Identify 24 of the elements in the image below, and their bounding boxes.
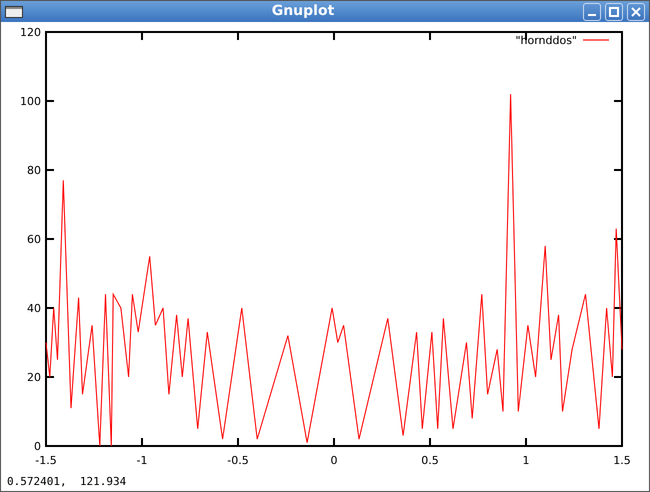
close-icon (631, 6, 641, 16)
x-tick-label: -1 (136, 454, 148, 467)
y-tick-label: 120 (20, 26, 41, 39)
y-tick-label: 80 (27, 164, 41, 177)
y-tick-label: 60 (27, 233, 41, 246)
x-tick-label: 0.5 (421, 454, 439, 467)
x-tick-label: 1.5 (613, 454, 631, 467)
y-tick-label: 20 (27, 371, 41, 384)
window-icon[interactable] (5, 6, 23, 18)
x-tick-label: -1.5 (35, 454, 57, 467)
y-tick-label: 100 (20, 95, 41, 108)
minimize-button[interactable] (583, 2, 601, 20)
maximize-icon (609, 6, 619, 16)
close-button[interactable] (627, 2, 645, 20)
y-tick-label: 0 (34, 440, 41, 453)
maximize-button[interactable] (605, 2, 623, 20)
x-tick-label: 0 (330, 454, 338, 467)
legend-label: "hornddos" (515, 34, 577, 47)
y-tick-label: 40 (27, 302, 41, 315)
x-tick-label: 1 (522, 454, 530, 467)
status-text: 0.572401, 121.934 (6, 474, 128, 490)
window-title: Gnuplot (270, 2, 336, 21)
x-tick-label: -0.5 (227, 454, 249, 467)
minimize-icon (588, 14, 596, 16)
